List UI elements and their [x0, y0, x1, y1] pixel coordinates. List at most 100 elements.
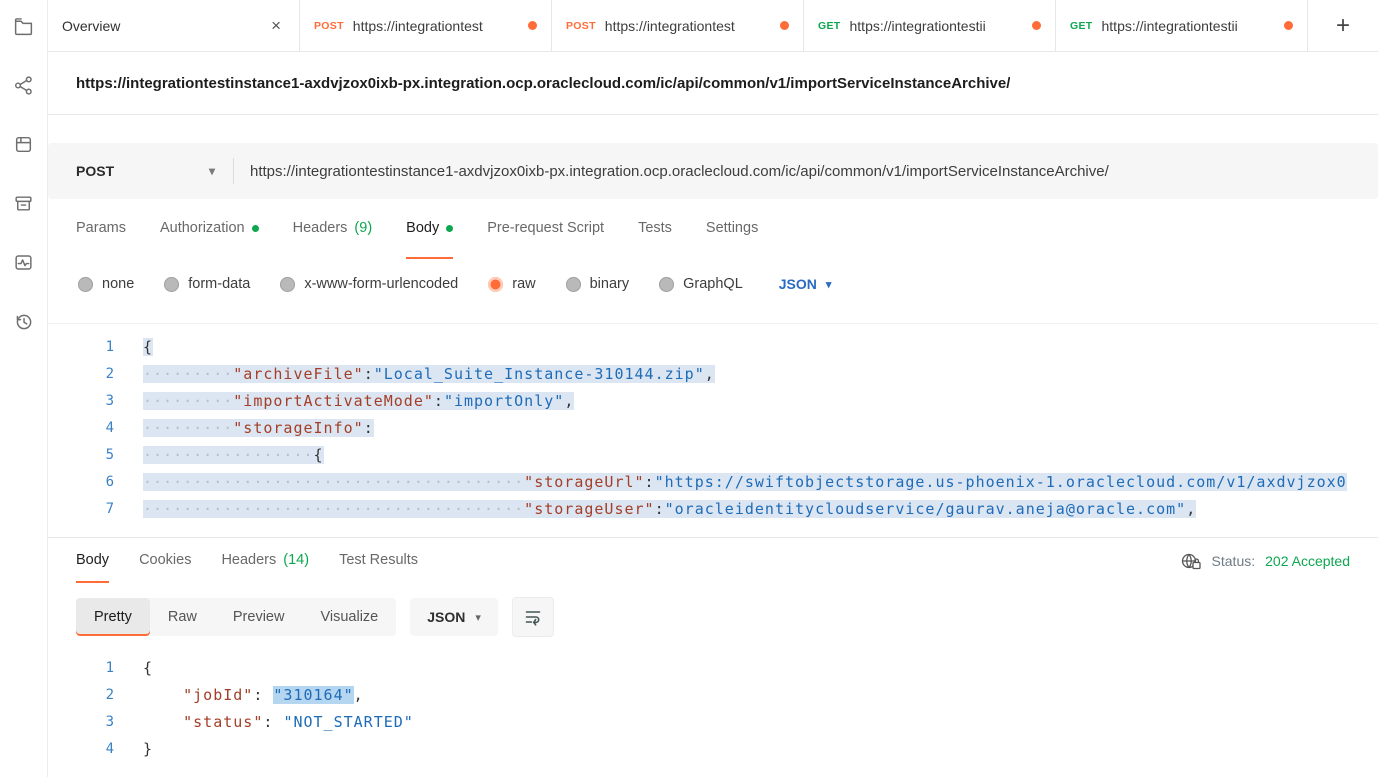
request-tab[interactable]: POSThttps://integrationtest: [552, 0, 804, 51]
overview-request-url: https://integrationtestinstance1-axdvjzo…: [76, 75, 1010, 92]
tab-title: Overview: [62, 18, 258, 34]
line-number: 3: [48, 709, 114, 736]
left-rail: [0, 0, 48, 777]
request-tab-tests[interactable]: Tests: [638, 199, 672, 259]
response-tab-label: Body: [76, 552, 109, 568]
tab-count: (14): [283, 552, 309, 568]
body-mode-label: raw: [512, 276, 535, 292]
request-tab[interactable]: POSThttps://integrationtest: [300, 0, 552, 51]
body-mode-label: none: [102, 276, 134, 292]
wrap-lines-button[interactable]: [512, 597, 554, 637]
request-tab-pre-request-script[interactable]: Pre-request Script: [487, 199, 604, 259]
tab-method-label: POST: [566, 20, 596, 32]
body-mode-graphql[interactable]: GraphQL: [659, 276, 743, 292]
request-tab-label: Authorization: [160, 220, 245, 236]
request-tab-headers[interactable]: Headers(9): [293, 199, 373, 259]
body-mode-x-www-form-urlencoded[interactable]: x-www-form-urlencoded: [280, 276, 458, 292]
request-tab-body[interactable]: Body: [406, 199, 453, 259]
response-tab-headers[interactable]: Headers (14): [221, 538, 309, 583]
body-mode-binary[interactable]: binary: [566, 276, 630, 292]
unsaved-changes-dot: [528, 21, 537, 30]
request-tab-label: Settings: [706, 220, 758, 236]
main-panel: Overview×POSThttps://integrationtestPOST…: [48, 0, 1378, 777]
view-tab-preview[interactable]: Preview: [215, 598, 303, 636]
tab-url: https://integrationtestii: [850, 18, 1024, 34]
request-tab-params[interactable]: Params: [76, 199, 126, 259]
request-builder-bar: POST ▾ https://integrationtestinstance1-…: [48, 143, 1378, 199]
tab-method-label: GET: [1070, 20, 1093, 32]
view-tab-pretty[interactable]: Pretty: [76, 598, 150, 636]
response-view-group: PrettyRawPreviewVisualize: [76, 598, 396, 636]
code-line: 2 "jobId": "310164",: [48, 682, 1378, 709]
request-body-editor[interactable]: 1{2·········"archiveFile":"Local_Suite_I…: [48, 323, 1378, 531]
line-number: 3: [48, 388, 114, 415]
line-number: 7: [48, 496, 114, 523]
code-text: }: [143, 736, 153, 763]
line-number: 2: [48, 682, 114, 709]
line-number: 6: [48, 469, 114, 496]
code-line: 7 ······································"…: [48, 496, 1378, 523]
tab-overview[interactable]: Overview ×: [48, 0, 300, 51]
radio-binary[interactable]: [566, 277, 581, 292]
radio-x-www-form-urlencoded[interactable]: [280, 277, 295, 292]
request-tab[interactable]: GEThttps://integrationtestii: [1056, 0, 1308, 51]
unsaved-changes-dot: [1284, 21, 1293, 30]
body-mode-none[interactable]: none: [78, 276, 134, 292]
mock-servers-icon[interactable]: [13, 193, 34, 214]
response-tab-label: Headers: [221, 552, 276, 568]
response-tab-label: Test Results: [339, 552, 418, 568]
history-icon[interactable]: [13, 311, 34, 332]
body-mode-label: form-data: [188, 276, 250, 292]
code-line: 5·················{: [48, 442, 1378, 469]
unsaved-changes-dot: [1032, 21, 1041, 30]
response-body-editor[interactable]: 1{2 "jobId": "310164",3 "status": "NOT_S…: [48, 651, 1378, 771]
environments-icon[interactable]: [13, 134, 34, 155]
request-tab-settings[interactable]: Settings: [706, 199, 758, 259]
response-tab-label: Cookies: [139, 552, 191, 568]
body-mode-raw[interactable]: raw: [488, 276, 535, 292]
response-tab-cookies[interactable]: Cookies: [139, 538, 191, 583]
monitors-icon[interactable]: [13, 252, 34, 273]
tab-method-label: POST: [314, 20, 344, 32]
text-selection: {: [143, 338, 153, 356]
close-tab-icon[interactable]: ×: [267, 15, 285, 36]
raw-language-select[interactable]: JSON ▾: [779, 276, 832, 292]
view-tab-raw[interactable]: Raw: [150, 598, 215, 636]
apis-icon[interactable]: [13, 75, 34, 96]
radio-raw[interactable]: [488, 277, 503, 292]
request-tab-label: Pre-request Script: [487, 220, 604, 236]
response-language-select[interactable]: JSON ▾: [410, 598, 498, 636]
status-label: Status:: [1212, 553, 1256, 569]
body-mode-form-data[interactable]: form-data: [164, 276, 250, 292]
collections-icon[interactable]: [13, 16, 34, 37]
app-window: Overview×POSThttps://integrationtestPOST…: [0, 0, 1378, 777]
request-url-input[interactable]: https://integrationtestinstance1-axdvjzo…: [234, 163, 1378, 180]
line-number: 1: [48, 655, 114, 682]
request-tabs: Params Authorization Headers(9) Body Pre-req…: [48, 199, 1378, 259]
request-tab[interactable]: GEThttps://integrationtestii: [804, 0, 1056, 51]
method-select[interactable]: POST ▾: [48, 163, 233, 179]
request-tab-authorization[interactable]: Authorization: [160, 199, 259, 259]
radio-form-data[interactable]: [164, 277, 179, 292]
view-tab-visualize[interactable]: Visualize: [302, 598, 396, 636]
response-meta: Status: 202 Accepted: [1180, 538, 1350, 583]
globe-lock-icon[interactable]: [1180, 551, 1202, 571]
raw-language-label: JSON: [779, 276, 817, 292]
new-tab-button[interactable]: +: [1308, 0, 1378, 51]
text-selection: ·········"archiveFile":"Local_Suite_Inst…: [143, 365, 715, 383]
radio-none[interactable]: [78, 277, 93, 292]
code-line: 1{: [48, 334, 1378, 361]
code-text: ·················{: [143, 442, 324, 469]
body-mode-label: GraphQL: [683, 276, 743, 292]
radio-graphql[interactable]: [659, 277, 674, 292]
response-tab-test-results[interactable]: Test Results: [339, 538, 418, 583]
code-text: ······································"s…: [143, 496, 1196, 523]
wrap-lines-icon: [524, 608, 542, 626]
chevron-down-icon: ▾: [209, 164, 215, 178]
code-line: 3 ·········"importActivateMode":"importOn…: [48, 388, 1378, 415]
configured-dot: [252, 225, 259, 232]
code-text: ·········"importActivateMode":"importOnl…: [143, 388, 574, 415]
text-selection: ······································"s…: [143, 500, 1196, 518]
response-tab-body[interactable]: Body: [76, 538, 109, 583]
request-tab-label: Body: [406, 220, 439, 236]
